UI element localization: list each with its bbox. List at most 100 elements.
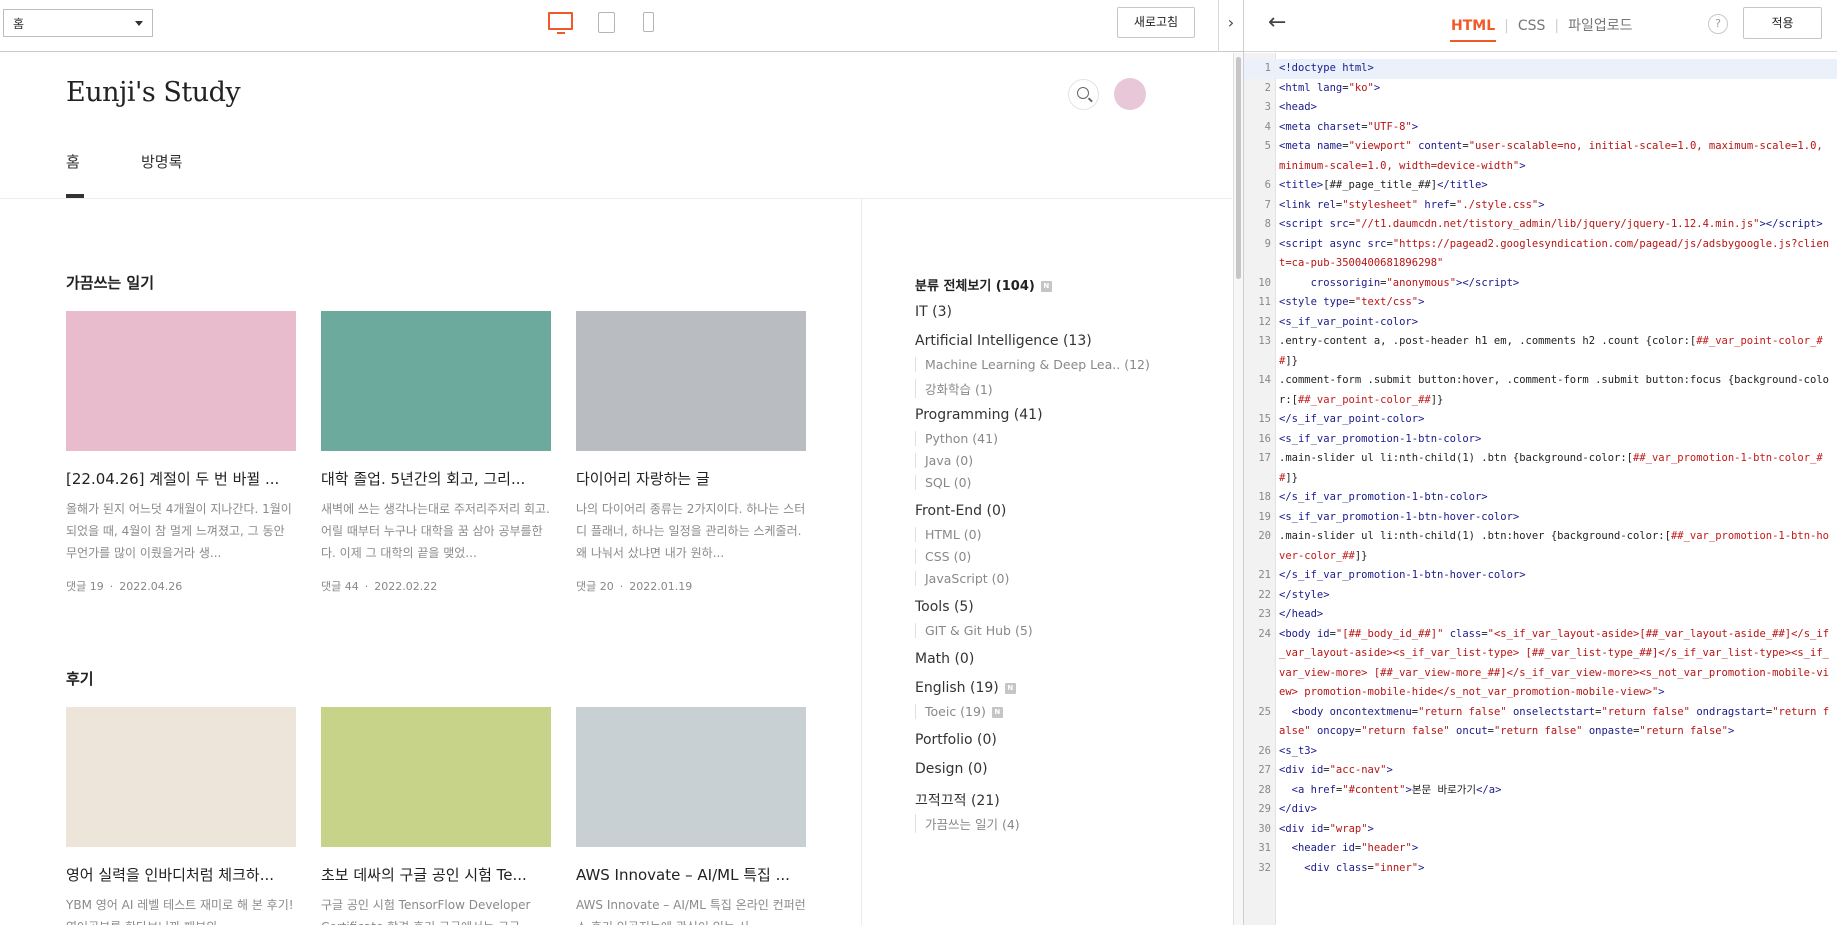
tablet-icon[interactable]	[598, 12, 615, 33]
code-line[interactable]: 20 .main-slider ul li:nth-child(1) .btn:h…	[1244, 527, 1837, 566]
code-line[interactable]: 6 <title>[##_page_title_##]</title>	[1244, 176, 1837, 196]
post-title[interactable]: 대학 졸업. 5년간의 회고, 그리...	[321, 468, 551, 489]
code-line[interactable]: 8 <script src="//t1.daumcdn.net/tistory_a…	[1244, 215, 1837, 235]
category-item[interactable]: Machine Learning & Deep Lea.. (12)	[915, 357, 1150, 372]
code-line[interactable]: 25 <body oncontextmenu="return false" on…	[1244, 703, 1837, 742]
post-card[interactable]: 다이어리 자랑하는 글 나의 다이어리 종류는 2가지이다. 하나는 스터디 플…	[576, 311, 806, 594]
category-item[interactable]: SQL (0)	[915, 475, 971, 490]
code-lines[interactable]: 1 <!doctype html> 2 <html lang="ko"> 3 <head>…	[1244, 59, 1837, 878]
category-item[interactable]: 분류 전체보기 (104) N	[915, 275, 1052, 294]
nav-guestbook[interactable]: 방명록	[141, 151, 182, 172]
post-thumbnail[interactable]	[321, 311, 551, 451]
post-title[interactable]: [22.04.26] 계절이 두 번 바뀔 ...	[66, 468, 296, 489]
post-title[interactable]: 다이어리 자랑하는 글	[576, 468, 806, 489]
code-line[interactable]: 19 <s_if_var_promotion-1-btn-hover-color>	[1244, 508, 1837, 528]
category-item[interactable]: JavaScript (0)	[915, 571, 1009, 586]
code-line[interactable]: 32 <div class="inner">	[1244, 859, 1837, 879]
category-item[interactable]: 강화학습 (1)	[915, 379, 993, 398]
code-line[interactable]: 30 <div id="wrap">	[1244, 820, 1837, 840]
category-item[interactable]: HTML (0)	[915, 527, 981, 542]
avatar[interactable]	[1114, 78, 1146, 110]
help-icon[interactable]: ?	[1708, 14, 1728, 34]
category-item[interactable]: Toeic (19) N	[915, 704, 1003, 719]
code-line[interactable]: 12 <s_if_var_point-color>	[1244, 313, 1837, 333]
post-thumbnail[interactable]	[66, 311, 296, 451]
search-icon[interactable]	[1068, 79, 1099, 110]
page-select[interactable]: 홈	[3, 9, 153, 37]
code-line[interactable]: 18 </s_if_var_promotion-1-btn-color>	[1244, 488, 1837, 508]
code-line[interactable]: 24 <body id="[##_body_id_##]" class="<s_i…	[1244, 625, 1837, 703]
code-line[interactable]: 10 crossorigin="anonymous"></script>	[1244, 274, 1837, 294]
code-line[interactable]: 21 </s_if_var_promotion-1-btn-hover-color…	[1244, 566, 1837, 586]
line-number: 21	[1258, 569, 1271, 581]
nav-home[interactable]: 홈	[66, 151, 80, 172]
category-label: GIT & Git Hub (5)	[925, 623, 1033, 638]
scrollbar-thumb[interactable]	[1236, 57, 1241, 279]
back-arrow-icon[interactable]: ←	[1268, 10, 1286, 35]
category-item[interactable]: Python (41)	[915, 431, 998, 446]
category-item[interactable]: Tools (5)	[915, 599, 974, 615]
category-item[interactable]: English (19) N	[915, 680, 1016, 696]
category-item[interactable]: Front-End (0)	[915, 503, 1006, 519]
code-line[interactable]: 17 .main-slider ul li:nth-child(1) .btn {…	[1244, 449, 1837, 488]
category-item[interactable]: Java (0)	[915, 453, 973, 468]
code-line[interactable]: 3 <head>	[1244, 98, 1837, 118]
category-item[interactable]: 가끔쓰는 일기 (4)	[915, 814, 1020, 833]
code-line[interactable]: 5 <meta name="viewport" content="user-sca…	[1244, 137, 1837, 176]
tab-html[interactable]: HTML	[1450, 18, 1497, 42]
refresh-button[interactable]: 새로고침	[1117, 7, 1195, 38]
category-item[interactable]: CSS (0)	[915, 549, 971, 564]
code-line[interactable]: 27 <div id="acc-nav">	[1244, 761, 1837, 781]
chevron-right-icon[interactable]: ›	[1218, 0, 1243, 52]
post-card[interactable]: 영어 실력을 인바디처럼 체크하... YBM 영어 AI 레벨 테스트 재미로…	[66, 707, 296, 925]
code-editor[interactable]: 1 <!doctype html> 2 <html lang="ko"> 3 <head>…	[1244, 53, 1837, 925]
code-line[interactable]: 2 <html lang="ko">	[1244, 79, 1837, 99]
post-excerpt: 나의 다이어리 종류는 2가지이다. 하나는 스터디 플래너, 하나는 일정을 …	[576, 502, 806, 560]
code-line[interactable]: 31 <header id="header">	[1244, 839, 1837, 859]
blog-title[interactable]: Eunji's Study	[66, 77, 241, 108]
code-line[interactable]: 23 </head>	[1244, 605, 1837, 625]
apply-button[interactable]: 적용	[1743, 7, 1822, 39]
code-line[interactable]: 4 <meta charset="UTF-8">	[1244, 118, 1837, 138]
post-thumbnail[interactable]	[576, 707, 806, 847]
post-card[interactable]: AWS Innovate – AI/ML 특집 ... AWS Innovate…	[576, 707, 806, 925]
code-text: <s_if_var_point-color>	[1279, 315, 1419, 328]
line-number: 30	[1258, 822, 1271, 835]
code-line[interactable]: 1 <!doctype html>	[1244, 59, 1837, 79]
preview-scrollbar[interactable]	[1233, 53, 1243, 925]
post-title[interactable]: 초보 데싸의 구글 공인 시험 Te...	[321, 864, 551, 885]
code-line[interactable]: 11 <style type="text/css">	[1244, 293, 1837, 313]
post-card[interactable]: 대학 졸업. 5년간의 회고, 그리... 새벽에 쓰는 생각나는대로 주저리주…	[321, 311, 551, 594]
post-thumbnail[interactable]	[321, 707, 551, 847]
category-item[interactable]: Portfolio (0)	[915, 732, 997, 748]
post-card[interactable]: 초보 데싸의 구글 공인 시험 Te... 구글 공인 시험 TensorFlo…	[321, 707, 551, 925]
code-line[interactable]: 9 <script async src="https://pagead2.goog…	[1244, 235, 1837, 274]
code-line[interactable]: 28 <a href="#content">본문 바로가기</a>	[1244, 781, 1837, 801]
post-title[interactable]: 영어 실력을 인바디처럼 체크하...	[66, 864, 296, 885]
tab-file-upload[interactable]: 파일업로드	[1567, 15, 1633, 35]
line-number: 17	[1258, 452, 1271, 464]
post-thumbnail[interactable]	[576, 311, 806, 451]
code-line[interactable]: 22 </style>	[1244, 586, 1837, 606]
category-item[interactable]: GIT & Git Hub (5)	[915, 623, 1033, 638]
code-line[interactable]: 14 .comment-form .submit button:hover, .c…	[1244, 371, 1837, 410]
preview-toolbar: 홈 새로고침 ›	[0, 0, 1243, 52]
code-line[interactable]: 13 .entry-content a, .post-header h1 em, …	[1244, 332, 1837, 371]
category-item[interactable]: Math (0)	[915, 651, 974, 667]
code-line[interactable]: 7 <link rel="stylesheet" href="./style.cs…	[1244, 196, 1837, 216]
category-item[interactable]: IT (3)	[915, 304, 952, 320]
post-title[interactable]: AWS Innovate – AI/ML 특집 ...	[576, 864, 806, 885]
desktop-icon[interactable]	[548, 12, 573, 34]
mobile-icon[interactable]	[643, 12, 654, 32]
code-line[interactable]: 29 </div>	[1244, 800, 1837, 820]
category-item[interactable]: Programming (41)	[915, 407, 1043, 423]
category-item[interactable]: 끄적끄적 (21)	[915, 790, 1000, 810]
code-line[interactable]: 16 <s_if_var_promotion-1-btn-color>	[1244, 430, 1837, 450]
code-line[interactable]: 15 </s_if_var_point-color>	[1244, 410, 1837, 430]
post-card[interactable]: [22.04.26] 계절이 두 번 바뀔 ... 올해가 된지 어느덧 4개월…	[66, 311, 296, 594]
tab-css[interactable]: CSS	[1517, 18, 1547, 34]
post-thumbnail[interactable]	[66, 707, 296, 847]
category-item[interactable]: Artificial Intelligence (13)	[915, 333, 1092, 349]
category-item[interactable]: Design (0)	[915, 761, 988, 777]
code-line[interactable]: 26 <s_t3>	[1244, 742, 1837, 762]
